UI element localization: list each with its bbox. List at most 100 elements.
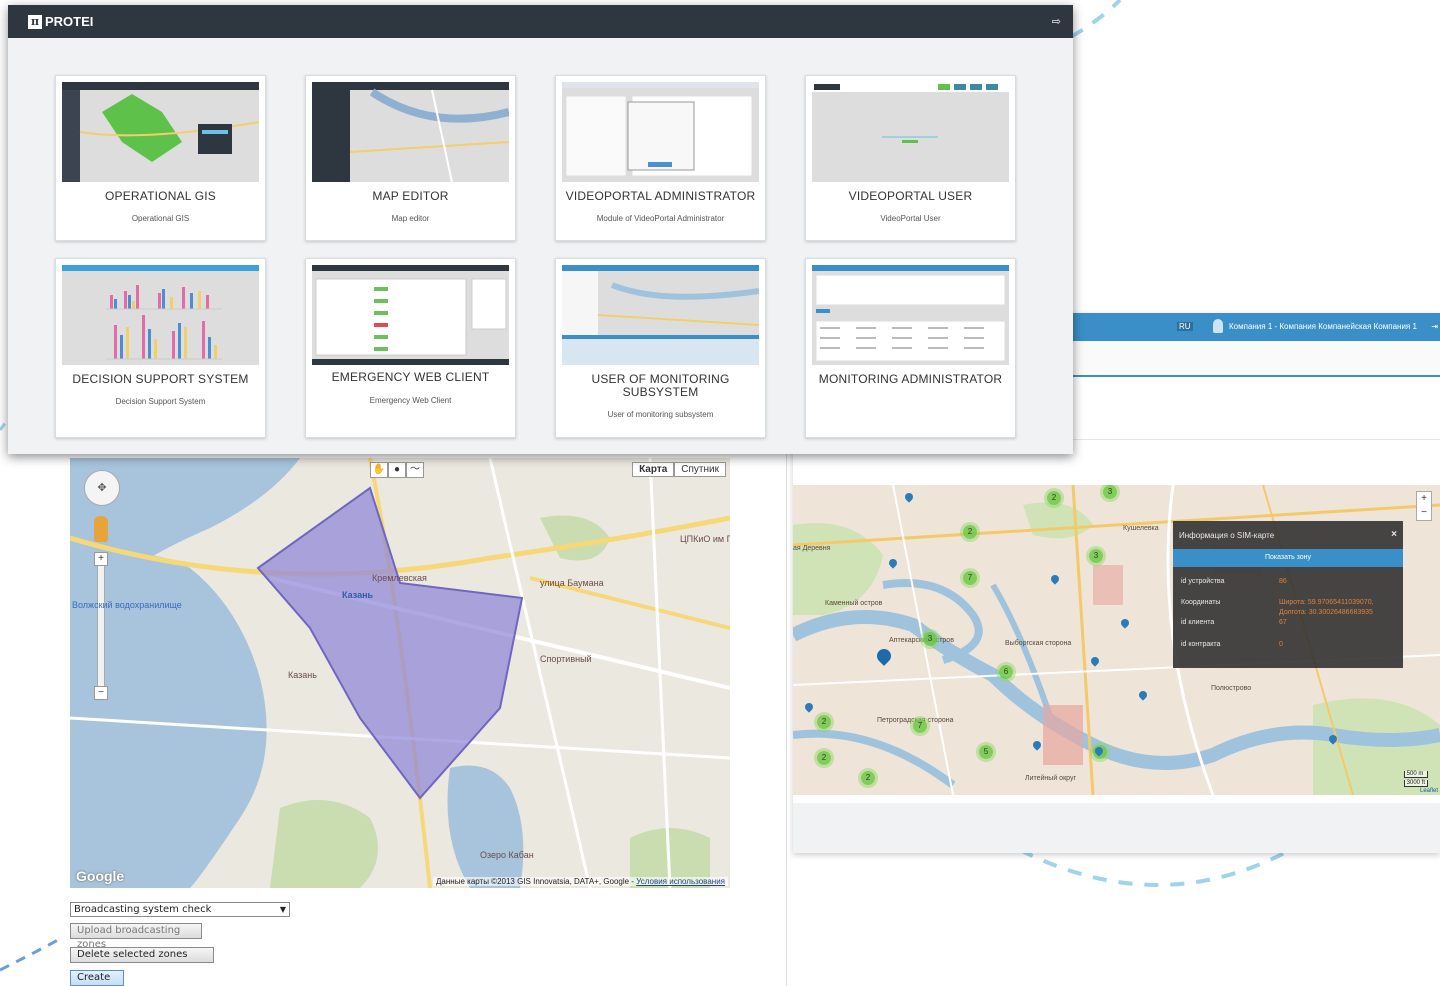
lake-label: Озеро Кабан <box>480 850 534 860</box>
app-card-operational-gis[interactable]: OPERATIONAL GIS Operational GIS <box>55 75 266 241</box>
spb-map[interactable]: ая Деревня Кушелевка Полюстрово Аптекарс… <box>793 485 1440 795</box>
map-type-switch: Карта Спутник <box>632 462 726 477</box>
pegman-icon[interactable] <box>94 516 108 542</box>
broadcast-zone-polygon <box>256 486 524 800</box>
card-thumbnail <box>62 265 259 365</box>
logout-icon[interactable]: ⇥ <box>1431 322 1438 331</box>
cluster-marker[interactable]: 2 <box>817 751 831 765</box>
map-attribution: Данные карты ©2013 GIS Innovatsia, DATA+… <box>433 877 728 886</box>
cluster-marker[interactable]: 7 <box>963 571 977 585</box>
card-title: USER OF MONITORING SUBSYSTEM <box>556 373 765 399</box>
map-scale: 500 m 3000 ft <box>1403 769 1428 787</box>
card-subtitle: VideoPortal User <box>880 214 941 223</box>
pan-control-icon[interactable]: ✥ <box>84 470 120 506</box>
lat-value: Широта: 59.97065411039070, <box>1279 599 1374 606</box>
monitoring-footer <box>793 803 1440 853</box>
broadcast-check-select[interactable]: Broadcasting system check ▼ <box>70 902 290 917</box>
google-logo: Google <box>76 868 125 884</box>
upload-zones-button[interactable]: Upload broadcasting zones <box>70 923 202 950</box>
cluster-marker[interactable]: 2 <box>1047 491 1061 505</box>
zoom-out-icon[interactable]: − <box>1417 506 1431 520</box>
close-icon[interactable]: × <box>1391 529 1397 540</box>
zoom-slider[interactable] <box>97 554 105 696</box>
zoom-in-icon[interactable]: + <box>1417 492 1431 506</box>
derevnya-label: ая Деревня <box>793 545 831 552</box>
kazan-map[interactable]: ✋ ● 〜 Карта Спутник ✥ + − Казань Кремлев… <box>70 458 730 888</box>
logo-text: PROTEI <box>45 14 94 29</box>
delete-zones-button[interactable]: Delete selected zones <box>70 947 214 963</box>
map-zoom-control: + − <box>1416 491 1432 521</box>
kamenny-label: Каменный остров <box>825 600 883 607</box>
scale-metric: 500 m <box>1403 771 1428 778</box>
map-type-satellite[interactable]: Спутник <box>674 462 726 477</box>
liteyny-label: Литейный округ <box>1025 775 1077 782</box>
terms-link[interactable]: Условия использования <box>636 877 725 886</box>
cluster-marker[interactable]: 7 <box>913 719 927 733</box>
cluster-marker[interactable]: 2 <box>861 771 875 785</box>
cluster-marker[interactable]: 2 <box>963 525 977 539</box>
card-title: OPERATIONAL GIS <box>104 189 217 203</box>
card-subtitle: Module of VideoPortal Administrator <box>596 214 725 223</box>
app-card-monitoring-user[interactable]: USER OF MONITORING SUBSYSTEM User of mon… <box>555 258 766 438</box>
card-subtitle: Operational GIS <box>131 214 190 223</box>
city-label: Казань <box>342 590 374 600</box>
cluster-marker[interactable]: 5 <box>979 745 993 759</box>
app-card-videoportal-admin[interactable]: VIDEOPORTAL ADMINISTRATOR Module of Vide… <box>555 75 766 241</box>
cluster-marker[interactable]: 2 <box>817 715 831 729</box>
show-zone-button[interactable]: Показать зону <box>1173 549 1403 567</box>
language-flag[interactable]: RU <box>1177 322 1193 331</box>
card-thumbnail <box>312 82 509 182</box>
protei-logo[interactable]: π PROTEI <box>28 14 93 29</box>
hand-tool-icon[interactable]: ✋ <box>370 462 388 478</box>
top-bar: π PROTEI ⇨ <box>8 5 1073 38</box>
company-name[interactable]: Компания 1 - Компания Компанейская Компа… <box>1229 322 1417 331</box>
zoom-out-icon[interactable]: − <box>94 686 108 700</box>
map-type-map[interactable]: Карта <box>632 462 675 477</box>
card-thumbnail <box>562 82 759 182</box>
lon-value: Долгота: 30.30026486683935 <box>1279 609 1373 616</box>
aptekarsky-label: Аптекарский остров <box>889 637 954 644</box>
map-draw-tools: ✋ ● 〜 <box>370 462 424 478</box>
attribution-text: Данные карты ©2013 GIS Innovatsia, DATA+… <box>436 877 634 886</box>
card-subtitle: User of monitoring subsystem <box>607 410 714 419</box>
logout-icon[interactable]: ⇨ <box>1052 15 1061 28</box>
cluster-marker[interactable]: 3 <box>1089 549 1103 563</box>
create-button[interactable]: Create <box>70 970 124 986</box>
app-card-monitoring-admin[interactable]: MONITORING ADMINISTRATOR <box>805 258 1016 438</box>
kushelevka-label: Кушелевка <box>1123 525 1159 532</box>
app-card-map-editor[interactable]: MAP EDITOR Map editor <box>305 75 516 241</box>
device-id-value: 86 <box>1279 578 1287 585</box>
divider <box>786 440 787 986</box>
device-id-label: id устройства <box>1181 578 1225 585</box>
client-id-label: id клиента <box>1181 619 1215 626</box>
card-title: MONITORING ADMINISTRATOR <box>818 372 1003 386</box>
sim-info-popup: Информация о SIM-карте × Показать зону i… <box>1173 521 1403 668</box>
user-icon <box>1213 319 1223 333</box>
kremlin-label: Кремлевская <box>372 573 427 583</box>
app-card-videoportal-user[interactable]: VIDEOPORTAL USER VideoPortal User <box>805 75 1016 241</box>
contract-id-label: id контракта <box>1181 641 1221 648</box>
kazan-map-graphics <box>70 458 730 888</box>
app-card-emergency-web-client[interactable]: EMERGENCY WEB CLIENT Emergency Web Clien… <box>305 258 516 438</box>
zoom-in-icon[interactable]: + <box>94 552 108 566</box>
leaflet-link[interactable]: Leaflet <box>1420 788 1438 794</box>
cluster-marker[interactable]: 6 <box>999 665 1013 679</box>
sports-label: Спортивный <box>540 654 592 664</box>
cluster-marker[interactable]: 3 <box>1103 485 1117 499</box>
vyborg-label: Выборгская сторона <box>1005 640 1072 647</box>
client-id-value: 67 <box>1279 619 1287 626</box>
card-title: MAP EDITOR <box>372 189 449 203</box>
scale-imperial: 3000 ft <box>1403 780 1428 787</box>
polyustrovo-label: Полюстрово <box>1211 685 1252 692</box>
card-subtitle: Decision Support System <box>115 397 206 406</box>
polyline-tool-icon[interactable]: 〜 <box>406 462 424 478</box>
park-label: ЦПКиО им Горького <box>680 534 730 544</box>
card-thumbnail <box>812 265 1009 365</box>
card-title: DECISION SUPPORT SYSTEM <box>72 372 249 386</box>
coords-label: Координаты <box>1181 599 1221 606</box>
cluster-marker[interactable]: 3 <box>923 632 937 646</box>
marker-tool-icon[interactable]: ● <box>388 462 406 478</box>
card-title-line2: SUBSYSTEM <box>622 385 699 399</box>
contract-id-value: 0 <box>1279 641 1283 648</box>
app-card-decision-support[interactable]: DECISION SUPPORT SYSTEM Decision Support… <box>55 258 266 438</box>
